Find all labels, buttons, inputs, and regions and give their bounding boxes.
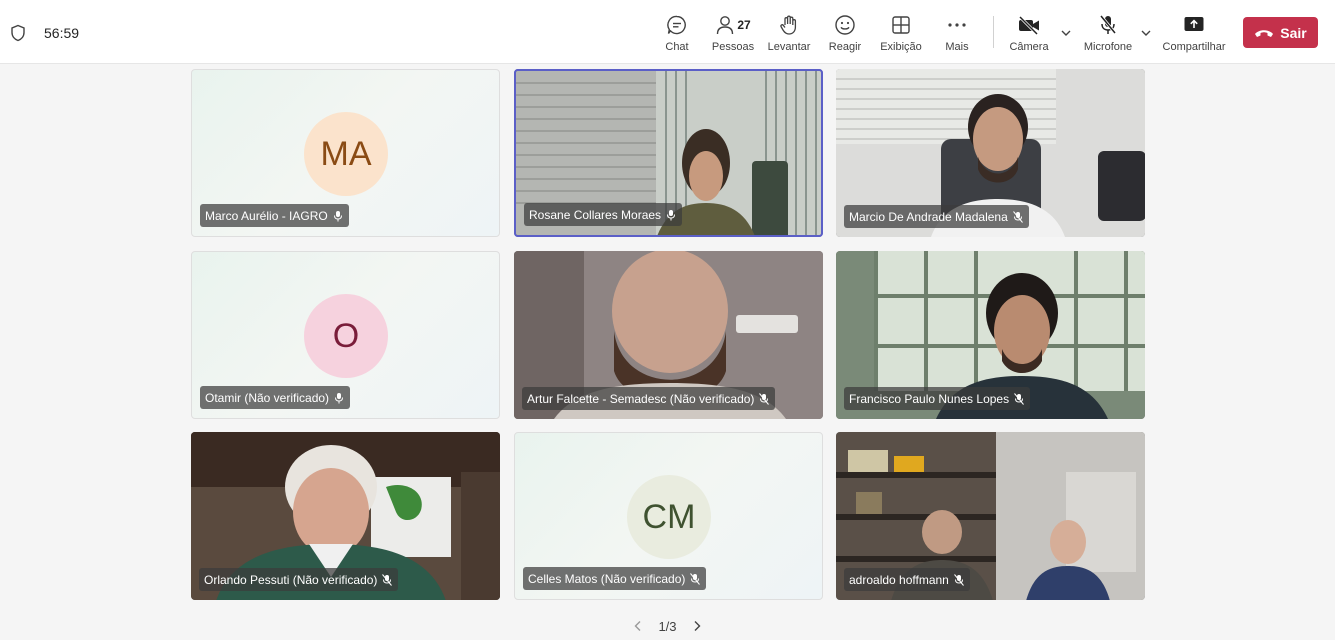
raise-hand-label: Levantar <box>767 41 811 53</box>
microphone-label: Microfone <box>1083 41 1133 53</box>
participant-name-tag: Celles Matos (Não verificado) <box>523 567 707 590</box>
camera-button[interactable]: Câmera <box>1008 12 1050 56</box>
participant-name-tag: Marco Aurélio - IAGRO <box>200 204 349 227</box>
participant-name: Marcio De Andrade Madalena <box>849 209 1008 224</box>
mic-on-icon <box>667 209 676 220</box>
gallery-pager: 1/3 <box>0 617 1335 635</box>
avatar: CM <box>627 475 711 559</box>
raise-hand-button[interactable]: Levantar <box>768 12 810 56</box>
smiley-icon <box>835 15 855 35</box>
participant-tile[interactable]: MA Marco Aurélio - IAGRO <box>191 69 500 237</box>
participant-name: Orlando Pessuti (Não verificado) <box>204 572 378 587</box>
react-label: Reagir <box>828 41 862 53</box>
people-count: 27 <box>737 18 751 32</box>
chat-button[interactable]: Chat <box>662 12 692 56</box>
hand-icon <box>780 15 797 35</box>
participant-tile[interactable]: Artur Falcette - Semadesc (Não verificad… <box>514 251 823 419</box>
share-button[interactable]: Compartilhar <box>1160 12 1228 56</box>
participant-tile[interactable]: Marcio De Andrade Madalena <box>836 69 1145 237</box>
mic-options-chevron-icon[interactable] <box>1139 26 1153 40</box>
mic-muted-icon <box>1014 392 1024 405</box>
participant-name-tag: Otamir (Não verificado) <box>200 386 351 409</box>
meeting-timer: 56:59 <box>44 25 80 41</box>
more-label: Mais <box>945 41 969 53</box>
mic-muted-icon <box>953 573 964 586</box>
share-label: Compartilhar <box>1162 41 1226 53</box>
more-icon <box>948 23 966 27</box>
participant-name-tag: Francisco Paulo Nunes Lopes <box>844 387 1031 410</box>
avatar: O <box>304 294 388 378</box>
more-button[interactable]: Mais <box>942 12 972 56</box>
mic-off-icon <box>1099 15 1117 34</box>
participant-name-tag: Marcio De Andrade Madalena <box>844 205 1029 228</box>
mic-muted-icon <box>382 573 393 586</box>
participant-name-tag: Artur Falcette - Semadesc (Não verificad… <box>522 387 776 410</box>
people-label: Pessoas <box>711 41 755 53</box>
participant-name: Otamir (Não verificado) <box>205 390 330 405</box>
camera-label: Câmera <box>1009 41 1049 53</box>
participant-tile[interactable]: adroaldo hoffmann <box>836 432 1145 600</box>
leave-label: Sair <box>1280 24 1307 41</box>
avatar: MA <box>304 112 388 196</box>
participant-name: Francisco Paulo Nunes Lopes <box>849 391 1010 406</box>
participant-name: Rosane Collares Moraes <box>529 207 662 222</box>
mic-muted-icon <box>690 572 701 585</box>
participant-tile[interactable]: Francisco Paulo Nunes Lopes <box>836 251 1145 419</box>
participant-tile[interactable]: O Otamir (Não verificado) <box>191 251 500 419</box>
participant-name: Celles Matos (Não verificado) <box>528 571 686 586</box>
participant-name: Artur Falcette - Semadesc (Não verificad… <box>527 391 755 406</box>
mic-muted-icon <box>333 210 342 221</box>
leave-button[interactable]: Sair <box>1243 17 1318 48</box>
chat-icon <box>667 15 686 35</box>
react-button[interactable]: Reagir <box>828 12 862 56</box>
share-screen-icon <box>1184 17 1204 31</box>
grid-view-icon <box>892 16 910 34</box>
participant-tile[interactable]: CM Celles Matos (Não verificado) <box>514 432 823 600</box>
people-button[interactable]: 27 Pessoas <box>712 12 754 56</box>
view-label: Exibição <box>880 41 922 53</box>
participant-name: Marco Aurélio - IAGRO <box>205 208 328 223</box>
participant-name: adroaldo hoffmann <box>849 572 949 587</box>
mic-muted-icon <box>759 392 770 405</box>
meeting-toolbar: 56:59 Chat 27 Pessoas Levantar Reagir Ex… <box>0 0 1335 64</box>
previous-page-icon[interactable] <box>632 620 644 632</box>
participant-name-tag: Rosane Collares Moraes <box>524 203 683 226</box>
page-indicator: 1/3 <box>658 618 677 634</box>
toolbar-divider <box>993 16 994 48</box>
hang-up-icon <box>1255 29 1274 37</box>
people-icon <box>717 16 734 35</box>
participant-tile[interactable]: Orlando Pessuti (Não verificado) <box>191 432 500 600</box>
participant-name-tag: adroaldo hoffmann <box>844 568 970 591</box>
shield-icon[interactable] <box>9 24 27 42</box>
view-button[interactable]: Exibição <box>880 12 922 56</box>
participant-name-tag: Orlando Pessuti (Não verificado) <box>199 568 399 591</box>
microphone-button[interactable]: Microfone <box>1082 12 1134 56</box>
next-page-icon[interactable] <box>691 620 703 632</box>
mic-muted-icon <box>1012 210 1023 223</box>
chat-label: Chat <box>665 41 689 53</box>
camera-off-icon <box>1018 15 1039 35</box>
camera-options-chevron-icon[interactable] <box>1059 26 1073 40</box>
participant-tile[interactable]: Rosane Collares Moraes <box>514 69 823 237</box>
mic-on-icon <box>335 392 344 403</box>
